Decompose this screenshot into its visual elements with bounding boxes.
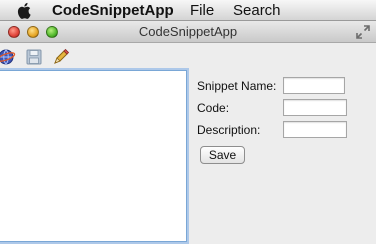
pen-icon[interactable] (51, 47, 71, 67)
window-title-bar[interactable]: CodeSnippetApp (0, 21, 376, 43)
toolbar (0, 43, 376, 70)
app-screen: CodeSnippetApp File Search CodeSnippetAp… (0, 0, 376, 244)
save-button[interactable]: Save (200, 146, 245, 164)
menu-file[interactable]: File (190, 2, 214, 19)
fullscreen-arrows-icon[interactable] (356, 25, 370, 39)
globe-icon[interactable] (0, 47, 16, 67)
menu-app-name[interactable]: CodeSnippetApp (52, 2, 174, 19)
snippet-name-label: Snippet Name: (197, 79, 277, 93)
snippet-list-panel[interactable] (0, 70, 187, 242)
description-input[interactable] (283, 121, 347, 138)
snippet-name-input[interactable] (283, 77, 345, 94)
window-title: CodeSnippetApp (138, 24, 238, 39)
menu-bar: CodeSnippetApp File Search (0, 0, 376, 21)
description-label: Description: (197, 123, 261, 137)
code-label: Code: (197, 101, 230, 115)
apple-logo-icon[interactable] (17, 2, 33, 19)
menu-search[interactable]: Search (233, 2, 281, 19)
floppy-disk-icon[interactable] (24, 47, 44, 67)
code-input[interactable] (283, 99, 347, 116)
